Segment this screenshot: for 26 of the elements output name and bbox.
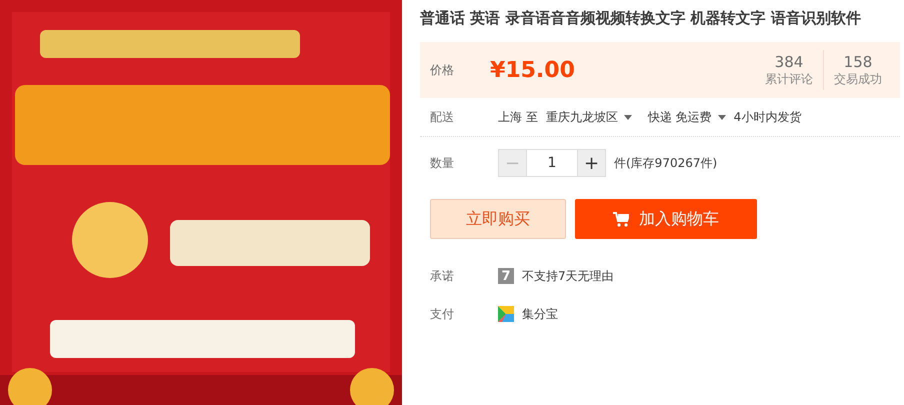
price-label: 价格 [430, 62, 455, 78]
seven-day-icon: 7 [498, 268, 514, 284]
quantity-field[interactable]: 1 [526, 150, 578, 176]
product-title: 普通话 英语 录音语音音频视频转换文字 机器转文字 语音识别软件 [420, 8, 862, 28]
cart-icon [613, 212, 629, 226]
stat-label: 累计评论 [765, 70, 813, 88]
origin-text: 上海 至 [498, 108, 538, 126]
caret-icon [624, 114, 632, 120]
stat-value: 158 [844, 52, 872, 70]
destination-dropdown[interactable]: 重庆九龙坡区 [546, 108, 632, 126]
quantity-stepper[interactable]: − 1 + [498, 149, 606, 177]
increase-button[interactable]: + [578, 150, 605, 176]
stock-text: 件(库存970267件) [614, 154, 718, 172]
stat-value: 384 [774, 52, 804, 70]
quantity-label: 数量 [430, 154, 455, 172]
promise-label: 承诺 [430, 268, 455, 284]
price: ¥15.00 [490, 58, 576, 82]
promise-text: 不支持7天无理由 [522, 268, 614, 284]
stat-label: 交易成功 [834, 70, 882, 88]
delivery-label: 配送 [430, 108, 455, 126]
dispatch-time: 4小时内发货 [734, 108, 802, 126]
payment-label: 支付 [430, 306, 455, 322]
payment-icon [498, 306, 514, 322]
payment-text: 集分宝 [522, 306, 558, 322]
shipping-dropdown[interactable]: 快递 免运费 [648, 108, 726, 126]
caret-icon [718, 114, 726, 120]
